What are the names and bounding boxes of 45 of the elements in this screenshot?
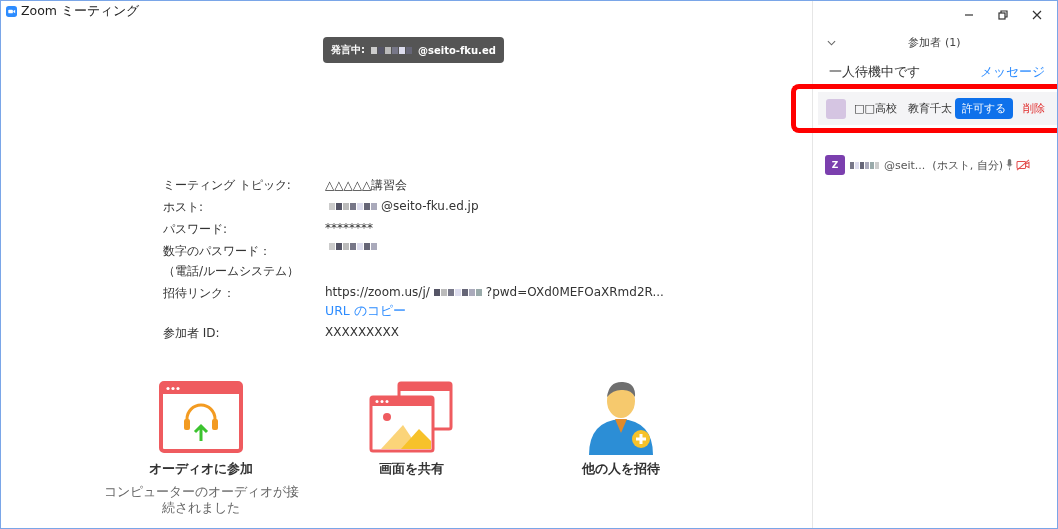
remove-link[interactable]: 削除 bbox=[1023, 101, 1045, 116]
info-value: @seito-fku.ed.jp bbox=[381, 199, 479, 213]
info-label: 招待リンク： bbox=[163, 285, 236, 302]
info-value: https://zoom.us/j/ bbox=[325, 285, 430, 299]
pixelated-text bbox=[433, 288, 482, 296]
avatar: Z bbox=[825, 155, 845, 175]
pixelated-text bbox=[371, 46, 412, 54]
action-label: 他の人を招待 bbox=[582, 461, 660, 478]
info-value: ******** bbox=[325, 221, 373, 235]
participant-role: (ホスト, 自分) bbox=[932, 157, 1003, 173]
info-label: パスワード: bbox=[163, 221, 229, 238]
banner-text: @seito-fku.ed bbox=[418, 44, 496, 56]
waiting-row[interactable]: □□高校 教育千太 許可する 削除 bbox=[818, 92, 1057, 125]
panel-title: 参加者 (1) bbox=[907, 35, 962, 50]
info-value: △△△△△講習会 bbox=[325, 177, 408, 194]
admit-button[interactable]: 許可する bbox=[955, 98, 1013, 119]
message-link[interactable]: メッセージ bbox=[980, 64, 1045, 81]
video-off-icon[interactable] bbox=[1015, 159, 1030, 171]
restore-icon[interactable] bbox=[997, 9, 1009, 21]
zoom-logo-icon bbox=[6, 5, 17, 17]
audio-status-text: コンピューターのオーディオが接続されました bbox=[102, 484, 300, 516]
info-label: ミーティング トピック: bbox=[163, 177, 292, 194]
close-icon[interactable] bbox=[1031, 9, 1043, 21]
participant-name: @seit... bbox=[884, 158, 926, 172]
banner-text: 発言中: bbox=[331, 43, 365, 57]
microphone-icon[interactable] bbox=[1005, 159, 1013, 171]
pixelated-text bbox=[850, 161, 879, 169]
pixelated-text bbox=[329, 202, 377, 210]
action-label: 画面を共有 bbox=[378, 461, 444, 478]
window-title: Zoom ミーティング bbox=[21, 2, 139, 20]
info-label: 数字のパスワード： bbox=[163, 243, 272, 260]
waiting-header: 一人待機中です bbox=[829, 64, 920, 81]
avatar-icon bbox=[826, 98, 846, 119]
info-label: （電話/ルームシステム） bbox=[163, 263, 301, 280]
info-label: 参加者 ID: bbox=[163, 325, 221, 342]
image-windows-icon[interactable] bbox=[369, 381, 453, 453]
participant-name: □□高校 教育千太 bbox=[854, 101, 953, 116]
info-value: ?pwd=OXd0MEFOaXRmd2R... bbox=[485, 285, 664, 299]
headphones-window-icon[interactable] bbox=[159, 381, 243, 453]
copy-url-link[interactable]: URL のコピー bbox=[325, 303, 664, 320]
pixelated-text bbox=[329, 243, 377, 250]
info-label: ホスト: bbox=[163, 199, 205, 216]
action-label: オーディオに参加 bbox=[149, 461, 253, 478]
info-value: XXXXXXXXX bbox=[325, 325, 399, 339]
chevron-down-icon[interactable] bbox=[827, 39, 836, 46]
